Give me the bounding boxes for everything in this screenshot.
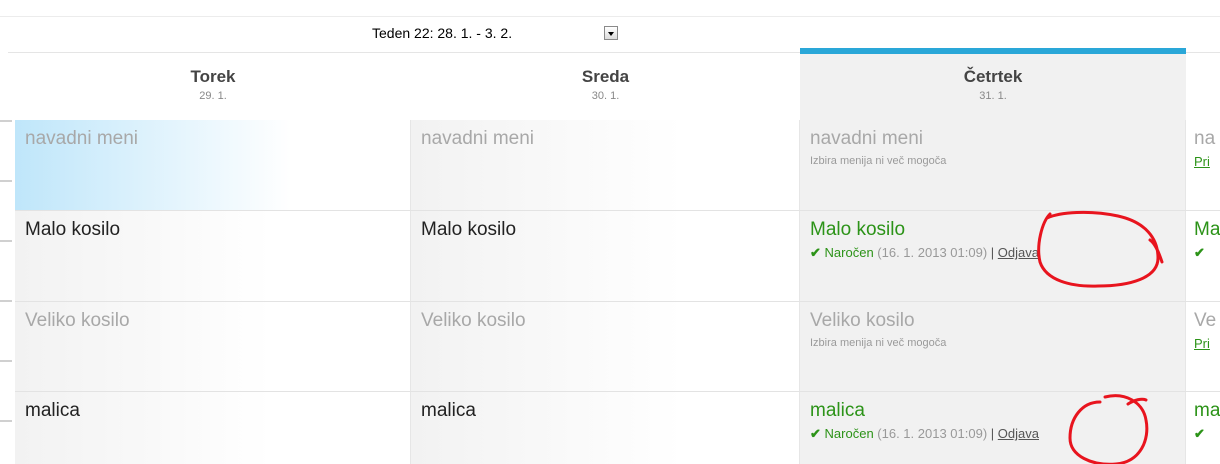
top-divider: [0, 16, 1220, 17]
day-header-tuesday: Torek 29. 1.: [15, 54, 411, 120]
order-status: ✔: [1194, 245, 1220, 261]
day-name: Četrtek: [963, 67, 1023, 86]
meal-name: na: [1194, 128, 1216, 149]
meal-cell[interactable]: Veliko kosilo: [15, 302, 411, 391]
meal-cell[interactable]: navadni meni: [411, 120, 800, 210]
meal-name: Veliko kosilo: [421, 310, 526, 331]
day-header-wednesday: Sreda 30. 1.: [411, 54, 800, 120]
order-link[interactable]: Pri: [1194, 336, 1220, 351]
row-markers: [0, 120, 12, 464]
cutoff-note: Izbira menija ni več mogoča: [810, 155, 947, 167]
meal-name: Veliko kosilo: [810, 310, 915, 331]
meal-name: Malo kosilo: [810, 219, 906, 240]
unsubscribe-link[interactable]: Odjava: [998, 245, 1039, 260]
unsubscribe-link[interactable]: Odjava: [998, 426, 1039, 441]
week-label: Teden 22: 28. 1. - 3. 2.: [372, 25, 513, 41]
meal-name: navadni meni: [421, 128, 535, 149]
meal-name: Malo kosilo: [25, 219, 121, 240]
check-icon: ✔: [1194, 245, 1205, 260]
meal-name: malica: [810, 400, 865, 421]
meal-name: ma: [1194, 400, 1220, 421]
meal-cell: malica ✔ Naročen (16. 1. 2013 01:09) | O…: [800, 392, 1186, 464]
order-status: ✔ Naročen (16. 1. 2013 01:09) | Odjava: [810, 245, 1185, 261]
meal-name: Ma: [1194, 219, 1220, 240]
meal-cell-partial[interactable]: Ve Pri: [1186, 302, 1220, 391]
check-icon: ✔: [810, 426, 821, 441]
meal-cell-partial[interactable]: Ma ✔: [1186, 211, 1220, 301]
meal-cell[interactable]: Malo kosilo: [15, 211, 411, 301]
meal-cell-partial[interactable]: na Pri: [1186, 120, 1220, 210]
meal-cell: Malo kosilo ✔ Naročen (16. 1. 2013 01:09…: [800, 211, 1186, 301]
day-date: 31. 1.: [979, 90, 1007, 102]
meal-name: Ve: [1194, 310, 1217, 331]
meal-name: Veliko kosilo: [25, 310, 130, 331]
check-icon: ✔: [810, 245, 821, 260]
meal-cell[interactable]: navadni meni: [15, 120, 411, 210]
day-name: Sreda: [581, 67, 630, 86]
meal-name: navadni meni: [810, 128, 924, 149]
order-timestamp: (16. 1. 2013 01:09): [877, 245, 988, 260]
day-header-thursday: Četrtek 31. 1.: [800, 54, 1186, 120]
day-name: Torek: [190, 67, 236, 86]
meal-cell[interactable]: Veliko kosilo: [411, 302, 800, 391]
order-status: ✔ Naročen (16. 1. 2013 01:09) | Odjava: [810, 426, 1185, 442]
meal-name: malica: [25, 400, 80, 421]
order-link[interactable]: Pri: [1194, 154, 1220, 169]
meal-cell: Veliko kosilo Izbira menija ni več mogoč…: [800, 302, 1186, 391]
separator: |: [990, 245, 995, 260]
ordered-label: Naročen: [824, 426, 874, 441]
week-dropdown-button[interactable]: [604, 26, 618, 40]
meal-name: navadni meni: [25, 128, 139, 149]
meal-cell: navadni meni Izbira menija ni več mogoča: [800, 120, 1186, 210]
day-date: 30. 1.: [591, 90, 620, 102]
meal-cell[interactable]: Malo kosilo: [411, 211, 800, 301]
cutoff-note: Izbira menija ni več mogoča: [810, 337, 947, 349]
meal-name: Malo kosilo: [421, 219, 517, 240]
meal-cell[interactable]: malica: [15, 392, 411, 464]
order-status: ✔: [1194, 426, 1220, 442]
separator: |: [990, 426, 995, 441]
day-date: 29. 1.: [199, 90, 227, 102]
week-selector[interactable]: Teden 22: 28. 1. - 3. 2.: [0, 18, 1220, 52]
meal-cell[interactable]: malica: [411, 392, 800, 464]
order-timestamp: (16. 1. 2013 01:09): [877, 426, 988, 441]
ordered-label: Naročen: [824, 245, 874, 260]
check-icon: ✔: [1194, 426, 1205, 441]
meal-cell-partial[interactable]: ma ✔: [1186, 392, 1220, 464]
meal-name: malica: [421, 400, 476, 421]
